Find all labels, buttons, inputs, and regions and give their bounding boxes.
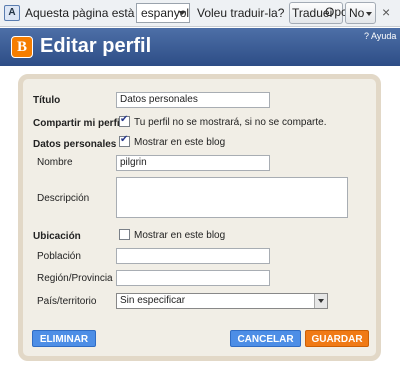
poblacion-label: Población	[37, 251, 81, 262]
compartir-label: Compartir mi perfil	[33, 118, 123, 129]
page-header: B Editar perfil ? Ayuda	[0, 28, 400, 66]
eliminar-button[interactable]: ELIMINAR	[32, 330, 96, 347]
translate-bar: A Aquesta pàgina està en espanyol Voleu …	[0, 0, 400, 27]
datos-checkbox[interactable]	[119, 134, 130, 147]
poblacion-input[interactable]	[116, 248, 270, 264]
compartir-checkbox[interactable]	[119, 114, 130, 127]
pais-select[interactable]: Sin especificar	[116, 293, 328, 309]
region-label: Región/Provincia	[37, 273, 113, 284]
guardar-button[interactable]: GUARDAR	[305, 330, 369, 347]
compartir-text: Tu perfil no se mostrará, si no se compa…	[134, 117, 327, 128]
region-input[interactable]	[116, 270, 270, 286]
translate-message: Aquesta pàgina està en	[25, 6, 152, 20]
options-button[interactable]: Opcions	[323, 2, 345, 24]
page-title: Editar perfil	[40, 35, 152, 57]
close-icon[interactable]: ×	[382, 4, 390, 20]
ubicacion-label: Ubicación	[33, 231, 81, 242]
pais-value: Sin especificar	[120, 295, 186, 306]
cancelar-button[interactable]: CANCELAR	[230, 330, 301, 347]
descripcion-textarea[interactable]	[116, 177, 348, 218]
datos-label: Datos personales	[33, 139, 117, 150]
nombre-label: Nombre	[37, 157, 73, 168]
chevron-down-icon	[178, 11, 186, 15]
no-label: No	[349, 6, 365, 20]
datos-text: Mostrar en este blog	[134, 137, 226, 148]
pais-label: País/territorio	[37, 296, 97, 307]
translate-question: Voleu traduir-la?	[197, 6, 285, 20]
help-link[interactable]: ? Ayuda	[364, 31, 396, 41]
ubicacion-text: Mostrar en este blog	[134, 230, 226, 241]
titulo-input[interactable]: Datos personales	[116, 92, 270, 108]
descripcion-label: Descripción	[37, 193, 90, 204]
no-translate-button[interactable]: No	[345, 2, 376, 24]
blogger-logo-icon: B	[11, 36, 33, 58]
titulo-label: Título	[33, 95, 61, 106]
translate-icon: A	[4, 5, 20, 21]
ubicacion-checkbox[interactable]	[119, 229, 130, 240]
chevron-down-icon	[314, 294, 327, 308]
nombre-input[interactable]: pilgrin	[116, 155, 270, 171]
language-select[interactable]: espanyol	[136, 3, 190, 23]
chevron-down-icon	[366, 12, 372, 16]
